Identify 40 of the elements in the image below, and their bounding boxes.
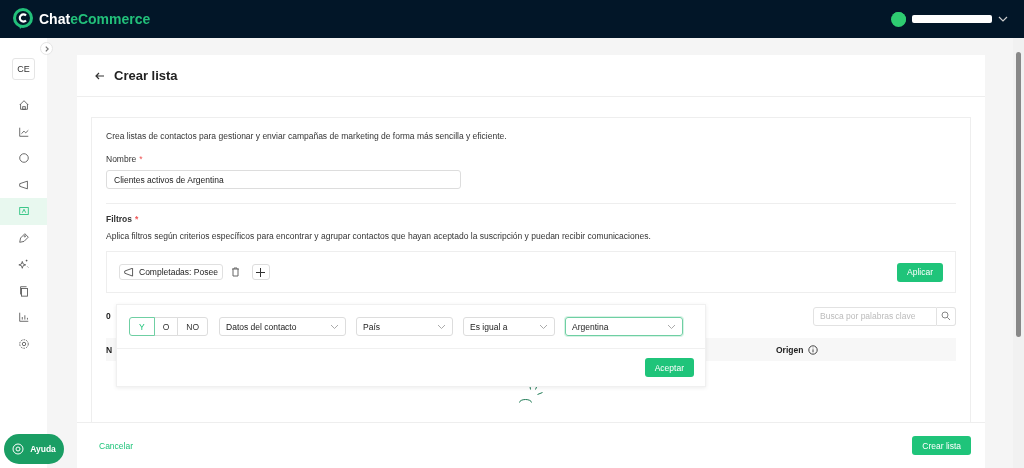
brand-name: ChateCommerce [39,11,151,27]
result-count: 0 [106,311,111,321]
chevron-right-icon [44,45,49,52]
scrollbar[interactable] [1013,38,1024,468]
column-header: Origen [776,344,956,355]
dropdown-field[interactable]: País [356,317,454,336]
name-field[interactable]: Clientes activos de Argentina [106,170,461,189]
search-field[interactable]: Busca por palabras clave [813,306,937,326]
workspace-badge[interactable]: CE [12,58,35,80]
logic-option[interactable]: NO [177,317,209,336]
chevron-down-icon [539,323,549,330]
column-header: N [106,344,114,355]
section-label: Filtros [106,214,132,224]
chevron-down-icon [667,323,677,330]
chevron-down-icon [437,323,447,330]
back-arrow-icon[interactable] [95,70,105,81]
expand-button[interactable] [40,42,53,55]
search-button[interactable] [937,306,956,326]
search-icon[interactable] [941,311,951,321]
filter-chip[interactable]: Completadas: Posee [119,264,223,280]
megaphone-icon [124,267,134,277]
user-avatar[interactable] [891,11,906,27]
plus-icon [256,267,266,277]
dropdown-field[interactable]: Datos del contacto [219,317,347,336]
required-mark: * [139,154,143,164]
filters-description: Aplica filtros según criterios específicos para encontrar y agrupar contactos que hayan aceptado la suscripción y puedan recibir comunicaciones. [106,231,652,241]
field-label: Nombre [106,154,137,164]
contact-card-icon[interactable] [0,198,47,225]
dropdown-field[interactable]: Es igual a [463,317,556,336]
delete-icon[interactable] [230,267,240,277]
info-icon[interactable] [808,344,819,355]
page-title: Crear lista [114,68,178,83]
help-icon [12,443,25,455]
add-button[interactable] [251,264,270,280]
intro-text: Crea listas de contactos para gestionar y enviar campañas de marketing de forma más sencilla y eficiente. [106,131,508,141]
required-mark: * [135,214,139,224]
chevron-down-icon [330,323,340,330]
logo-icon [13,8,33,30]
chevron-down-icon[interactable] [998,16,1008,22]
dropdown-field[interactable]: Argentina [565,317,684,336]
